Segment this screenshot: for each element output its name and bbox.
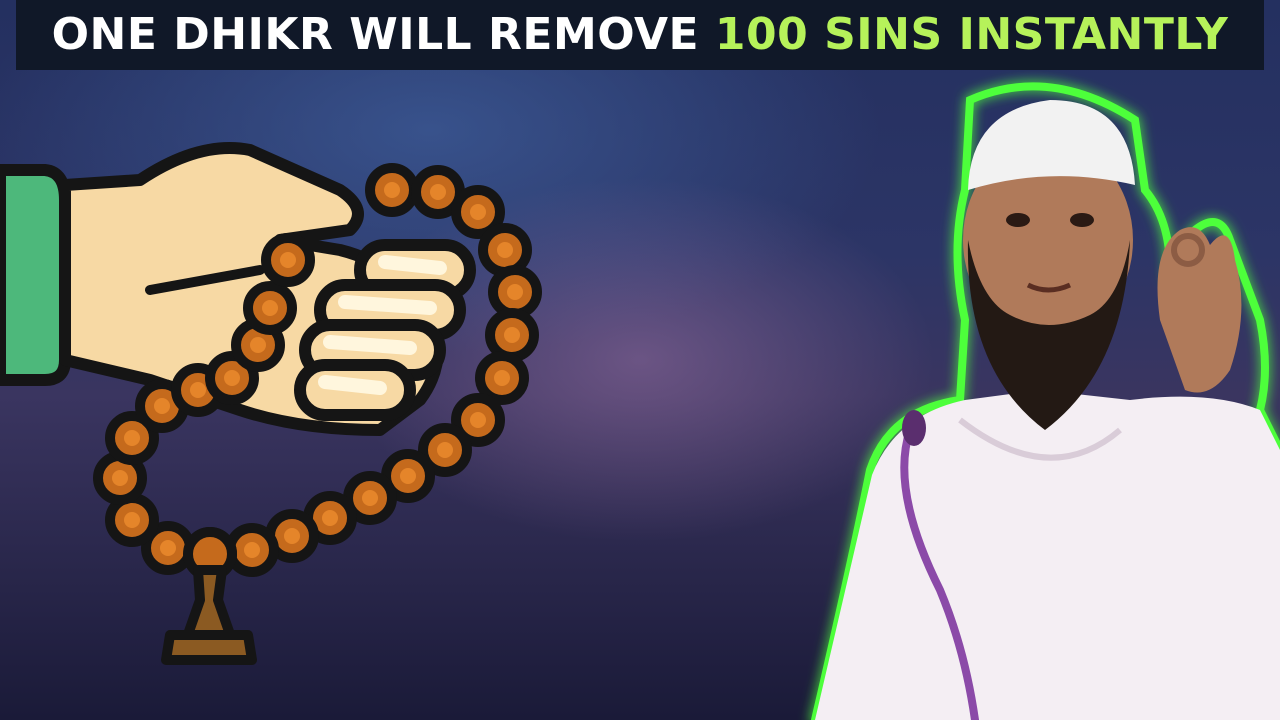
title-white-part: ONE DHIKR WILL REMOVE: [51, 9, 715, 60]
title-green-part: 100 SINS INSTANTLY: [714, 9, 1229, 60]
title-text: ONE DHIKR WILL REMOVE 100 SINS INSTANTLY: [52, 13, 1229, 57]
speaker-with-beard-icon: [810, 82, 1280, 720]
title-banner: ONE DHIKR WILL REMOVE 100 SINS INSTANTLY: [16, 0, 1264, 70]
hand-with-prayer-beads-icon: [0, 142, 542, 665]
